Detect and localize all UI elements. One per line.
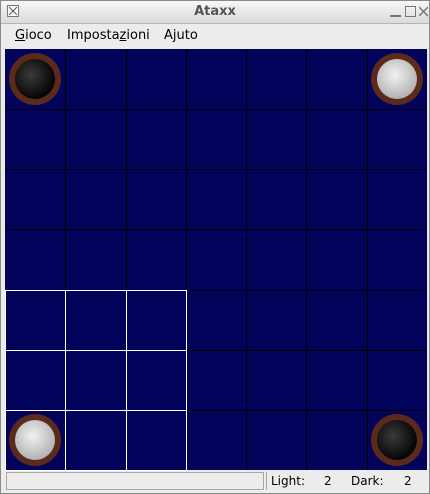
board-cell[interactable] xyxy=(186,49,246,109)
status-message xyxy=(6,472,264,490)
grid-line xyxy=(5,109,427,110)
dark-piece[interactable] xyxy=(9,53,62,106)
board-cell[interactable] xyxy=(367,169,427,229)
board-cell[interactable] xyxy=(126,290,186,350)
menu-bar: Gioco Impostazioni Ajuto xyxy=(1,24,429,47)
menu-impostazioni[interactable]: Impostazioni xyxy=(67,28,150,43)
board-cell[interactable] xyxy=(367,290,427,350)
board-cell[interactable] xyxy=(5,229,65,289)
board-cell[interactable] xyxy=(5,169,65,229)
menu-gioco-label: ioco xyxy=(25,28,52,43)
menu-impostazioni-label-b: ioni xyxy=(126,28,150,43)
board-cell[interactable] xyxy=(367,350,427,410)
grid-line xyxy=(367,49,368,470)
board-cell[interactable] xyxy=(186,169,246,229)
board-cell[interactable] xyxy=(306,169,366,229)
status-bar: Light: 2 Dark: 2 xyxy=(1,470,429,493)
board-cell[interactable] xyxy=(126,109,186,169)
highlight-line xyxy=(65,290,66,470)
board-cell[interactable] xyxy=(5,350,65,410)
dark-piece-face xyxy=(376,419,417,460)
close-icon[interactable] xyxy=(419,5,428,18)
dark-piece[interactable] xyxy=(370,413,423,466)
board-cell[interactable] xyxy=(367,109,427,169)
light-piece-face xyxy=(376,59,417,100)
dark-label: Dark: xyxy=(351,474,384,488)
board-cell[interactable] xyxy=(126,350,186,410)
menu-ajuto[interactable]: Ajuto xyxy=(164,28,198,43)
menu-ajuto-label-b: uto xyxy=(176,28,198,43)
board-cell[interactable] xyxy=(186,229,246,289)
game-board[interactable] xyxy=(5,49,427,471)
board-cell[interactable] xyxy=(306,229,366,289)
app-window: Ataxx Gioco Impostazioni Ajuto Light: 2 … xyxy=(0,0,430,494)
status-divider xyxy=(266,472,267,490)
highlight-line xyxy=(5,350,187,351)
board-cell[interactable] xyxy=(186,109,246,169)
board-cell[interactable] xyxy=(186,290,246,350)
highlight-line xyxy=(186,290,187,470)
board-cell[interactable] xyxy=(306,49,366,109)
grid-line xyxy=(5,169,427,170)
light-piece[interactable] xyxy=(9,413,62,466)
board-cell[interactable] xyxy=(246,109,306,169)
board-cell[interactable] xyxy=(65,229,125,289)
board-cell[interactable] xyxy=(65,49,125,109)
board-cell[interactable] xyxy=(126,229,186,289)
board-cell[interactable] xyxy=(65,109,125,169)
board-cell[interactable] xyxy=(186,350,246,410)
menu-impostazioni-label-a: Imposta xyxy=(67,28,120,43)
grid-line xyxy=(5,229,427,230)
highlight-line xyxy=(5,410,187,411)
board-cell[interactable] xyxy=(246,229,306,289)
grid-line xyxy=(306,49,307,470)
board-cell[interactable] xyxy=(126,169,186,229)
grid-line xyxy=(246,49,247,470)
menu-gioco[interactable]: Gioco xyxy=(15,28,52,43)
minimize-button[interactable] xyxy=(390,5,401,17)
dark-count: 2 xyxy=(404,474,412,488)
board-cell[interactable] xyxy=(65,169,125,229)
window-title: Ataxx xyxy=(194,4,236,19)
board-cell[interactable] xyxy=(246,290,306,350)
light-count: 2 xyxy=(324,474,332,488)
board-cell[interactable] xyxy=(65,290,125,350)
board-cell[interactable] xyxy=(306,109,366,169)
board-cell[interactable] xyxy=(306,410,366,470)
board-cell[interactable] xyxy=(367,229,427,289)
board-cell[interactable] xyxy=(246,49,306,109)
board-cell[interactable] xyxy=(5,109,65,169)
title-bar[interactable]: Ataxx xyxy=(1,1,429,24)
menu-ajuto-label-a: A xyxy=(164,28,173,43)
light-label: Light: xyxy=(271,474,305,488)
board-cell[interactable] xyxy=(246,350,306,410)
board-cell[interactable] xyxy=(186,410,246,470)
board-cell[interactable] xyxy=(65,410,125,470)
board-cell[interactable] xyxy=(306,290,366,350)
highlight-line xyxy=(5,290,187,291)
dark-piece-face xyxy=(15,59,56,100)
board-cell[interactable] xyxy=(246,410,306,470)
maximize-button[interactable] xyxy=(405,6,416,17)
light-piece-face xyxy=(15,419,56,460)
highlight-line xyxy=(126,290,127,470)
board-cell[interactable] xyxy=(65,350,125,410)
menu-gioco-mnemonic: G xyxy=(15,28,26,43)
board-cell[interactable] xyxy=(5,290,65,350)
board-cell[interactable] xyxy=(126,49,186,109)
highlight-line xyxy=(5,290,6,470)
board-cell[interactable] xyxy=(306,350,366,410)
light-piece[interactable] xyxy=(370,53,423,106)
board-cell[interactable] xyxy=(246,169,306,229)
board-cell[interactable] xyxy=(126,410,186,470)
